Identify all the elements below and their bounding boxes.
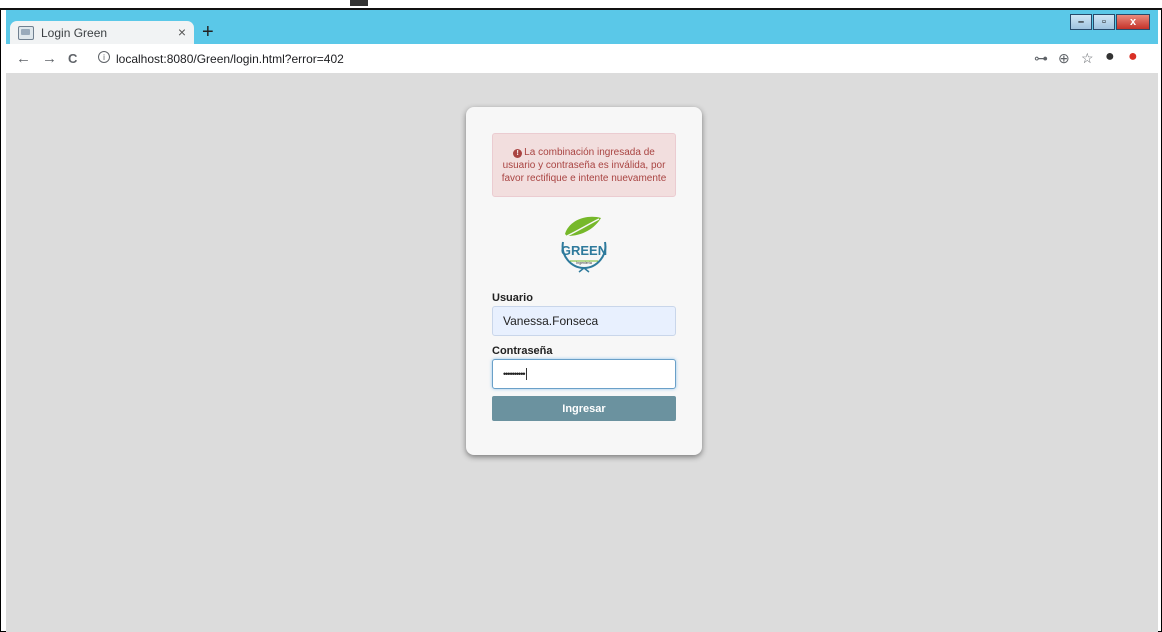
reload-icon[interactable]: C — [68, 51, 77, 66]
site-info-icon[interactable]: i — [98, 51, 110, 63]
error-alert: ! La combinación ingresada de usuario y c… — [492, 133, 676, 197]
password-input[interactable]: •••••••••• — [492, 359, 676, 389]
browser-tab-login-green[interactable]: Login Green × — [10, 21, 194, 44]
page-viewport: ! La combinación ingresada de usuario y c… — [6, 74, 1158, 632]
password-value: •••••••••• — [503, 369, 525, 379]
close-window-button[interactable]: x — [1116, 14, 1150, 30]
page-favicon-icon — [18, 25, 34, 40]
zoom-icon[interactable]: ⊕ — [1058, 50, 1070, 67]
bookmark-star-icon[interactable]: ☆ — [1081, 50, 1094, 67]
back-arrow-icon[interactable]: ← — [16, 50, 31, 67]
background-window-strip — [0, 0, 1162, 10]
error-alert-text: La combinación ingresada de usuario y co… — [501, 147, 667, 184]
minimize-button[interactable]: – — [1070, 14, 1092, 30]
username-value: Vanessa.Fonseca — [503, 314, 599, 328]
login-submit-button[interactable]: Ingresar — [492, 396, 676, 421]
extension-icon[interactable]: ● — [1128, 48, 1138, 66]
green-logo: GREEN Ingeniería — [561, 216, 607, 273]
username-input[interactable]: Vanessa.Fonseca — [492, 306, 676, 336]
browser-toolbar: ← → C i localhost:8080/Green/login.html?… — [6, 45, 1158, 74]
new-tab-button[interactable]: + — [202, 22, 214, 42]
background-window-block — [350, 0, 368, 6]
logo-text: GREEN — [561, 243, 607, 258]
key-icon[interactable]: ⊶ — [1034, 50, 1048, 67]
tab-title: Login Green — [41, 25, 108, 40]
username-label: Usuario — [492, 292, 533, 304]
browser-tab-strip: Login Green × + – ▫ x — [6, 10, 1158, 44]
password-label: Contraseña — [492, 345, 553, 357]
window-controls: – ▫ x — [1069, 14, 1150, 30]
maximize-button[interactable]: ▫ — [1093, 14, 1115, 30]
address-bar-url[interactable]: localhost:8080/Green/login.html?error=40… — [116, 52, 344, 66]
login-card: ! La combinación ingresada de usuario y c… — [466, 107, 702, 455]
forward-arrow-icon[interactable]: → — [42, 50, 57, 67]
text-caret — [525, 368, 527, 380]
tab-close-icon[interactable]: × — [178, 24, 186, 40]
profile-avatar-icon[interactable]: ● — [1105, 48, 1115, 66]
exclamation-circle-icon: ! — [513, 149, 523, 158]
logo-subtext: Ingeniería — [576, 261, 592, 265]
